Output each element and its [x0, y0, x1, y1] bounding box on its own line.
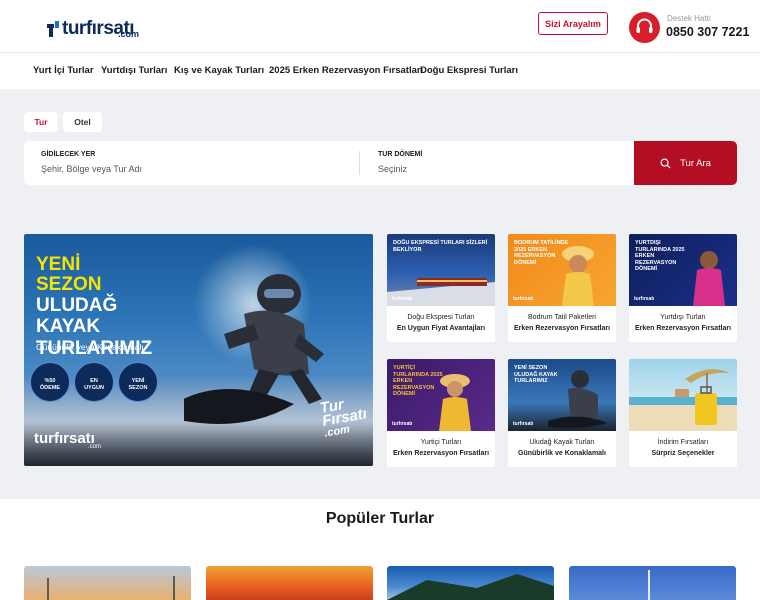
promo-card-uludag[interactable]: YENİ SEZON ULUDAĞ KAYAK TURLARIMIZ turfı… — [508, 359, 616, 467]
card-title: Yurtiçi Turları — [420, 439, 462, 446]
card-subtitle: En Uygun Fiyat Avantajları — [396, 325, 486, 332]
card-subtitle: Erken Rezervasyon Fırsatları — [513, 325, 611, 332]
site-header: turfırsatı .com Sizi Arayalım Destek Hat… — [0, 0, 760, 53]
headset-icon[interactable] — [629, 12, 660, 43]
hero-headline-2: SEZON — [36, 274, 102, 295]
nav-item-domestic[interactable]: Yurt İçi Turlar — [33, 65, 94, 76]
hero-headline-3: ULUDAĞ — [36, 295, 118, 316]
hero-script-logo: Tur Fırsatı .com — [318, 396, 369, 440]
card-subtitle: Erken Rezervasyon Fırsatları — [634, 325, 732, 332]
nav-item-east-express[interactable]: Doğu Ekspresi Turları — [420, 65, 518, 76]
card-title: İndirim Fırsatları — [657, 439, 709, 446]
support-phone[interactable]: 0850 307 7221 — [666, 25, 749, 39]
field-divider — [359, 151, 360, 175]
hero-subtitle: Günübirlik veya Konaklamalı — [36, 342, 144, 352]
promo-card-east-express[interactable]: DOĞU EKSPRESİ TURLARI SİZLERİ BEKLİYOR t… — [387, 234, 495, 342]
tab-hotel[interactable]: Otel — [63, 112, 102, 132]
card-subtitle: Sürpriz Seçenekler — [651, 450, 715, 457]
hero-headline-4: KAYAK — [36, 316, 101, 337]
hero-logo-com: .com — [88, 444, 102, 450]
logo-com: .com — [118, 29, 140, 39]
card-title: Yurtdışı Turları — [660, 314, 706, 321]
card-title: Bodrum Tatil Paketleri — [528, 314, 596, 321]
popular-tour-thumb[interactable] — [206, 566, 373, 600]
support-label: Destek Hattı — [667, 14, 712, 23]
destination-label: GİDİLECEK YER — [41, 151, 96, 158]
nav-item-ski[interactable]: Kış ve Kayak Turları — [174, 65, 264, 76]
card-image: DOĞU EKSPRESİ TURLARI SİZLERİ BEKLİYOR t… — [387, 234, 495, 306]
call-me-button[interactable]: Sizi Arayalım — [538, 12, 608, 35]
hero-badge-payment: %50 ÖDEME — [30, 362, 70, 402]
promo-card-bodrum[interactable]: BODRUM TATİLİNDE 2025 ERKEN REZERVASYON … — [508, 234, 616, 342]
card-title: Uludağ Kayak Turları — [529, 439, 595, 446]
popular-tours-heading: Popüler Turlar — [325, 510, 435, 527]
snowboarder-image — [184, 274, 324, 424]
search-form — [24, 141, 636, 185]
popular-tour-thumb[interactable] — [24, 566, 191, 600]
hero-headline-1: YENİ — [36, 254, 81, 275]
card-image: YURTDIŞI TURLARINDA 2025 ERKEN REZERVASY… — [629, 234, 737, 306]
period-select[interactable]: Seçiniz — [378, 164, 407, 174]
popular-tour-thumb[interactable] — [569, 566, 736, 600]
hero-banner[interactable]: YENİ SEZON ULUDAĞ KAYAK TURLARIMIZ Günüb… — [24, 234, 373, 466]
card-subtitle: Erken Rezervasyon Fırsatları — [392, 450, 490, 457]
search-icon — [660, 158, 671, 169]
hero-badge-new-season: YENİ SEZON — [118, 362, 158, 402]
search-button[interactable]: Tur Ara — [634, 141, 737, 185]
hero-badge-best-price: EN UYGUN — [74, 362, 114, 402]
nav-item-early-booking[interactable]: 2025 Erken Rezervasyon Fırsatları — [269, 65, 423, 76]
search-button-label: Tur Ara — [680, 157, 711, 169]
hero-logo: turfırsatı — [34, 430, 95, 447]
logo-mark-icon — [47, 21, 59, 37]
card-image: YURTİÇİ TURLARINDA 2025 ERKEN REZERVASYO… — [387, 359, 495, 431]
main-nav: Yurt İçi Turlar Yurtdışı Turları Kış ve … — [0, 53, 760, 89]
destination-input[interactable]: Şehir, Bölge veya Tur Adı — [41, 164, 142, 174]
promo-card-abroad[interactable]: YURTDIŞI TURLARINDA 2025 ERKEN REZERVASY… — [629, 234, 737, 342]
tab-tour[interactable]: Tur — [24, 112, 58, 132]
period-label: TUR DÖNEMİ — [378, 151, 423, 158]
card-image — [629, 359, 737, 431]
card-image: BODRUM TATİLİNDE 2025 ERKEN REZERVASYON … — [508, 234, 616, 306]
card-subtitle: Günübirlik ve Konaklamalı — [518, 450, 606, 457]
card-image: YENİ SEZON ULUDAĞ KAYAK TURLARIMIZ turfı… — [508, 359, 616, 431]
nav-item-abroad[interactable]: Yurtdışı Turları — [101, 65, 167, 76]
card-title: Doğu Ekspresi Turları — [407, 314, 475, 321]
promo-card-discounts[interactable]: İndirim Fırsatları Sürpriz Seçenekler — [629, 359, 737, 467]
promo-card-domestic[interactable]: YURTİÇİ TURLARINDA 2025 ERKEN REZERVASYO… — [387, 359, 495, 467]
popular-tour-thumb[interactable] — [387, 566, 554, 600]
